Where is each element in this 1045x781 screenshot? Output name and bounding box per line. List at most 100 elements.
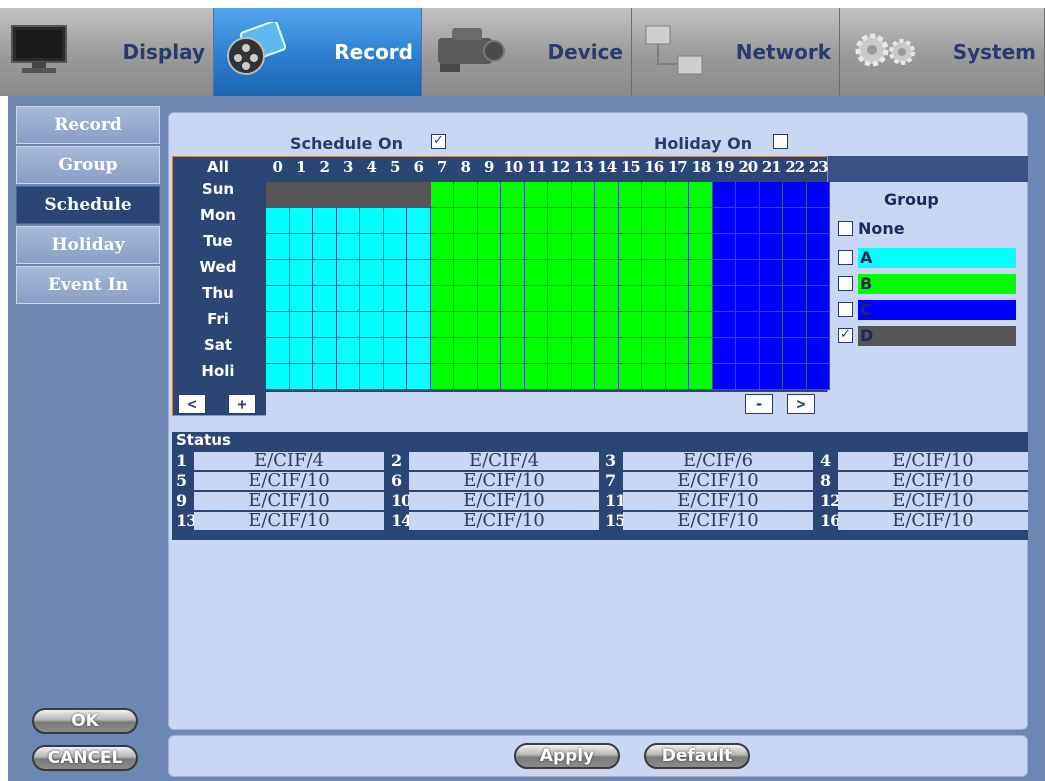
schedule-cell[interactable] (806, 208, 830, 234)
schedule-cell[interactable] (454, 182, 478, 208)
day-label[interactable]: Tue (172, 232, 264, 250)
schedule-cell[interactable] (759, 234, 783, 260)
sidebar-item-group[interactable]: Group (16, 146, 160, 184)
schedule-cell[interactable] (313, 234, 337, 260)
schedule-cell[interactable] (642, 234, 666, 260)
schedule-cell[interactable] (665, 312, 689, 338)
day-label[interactable]: Sun (172, 180, 264, 198)
schedule-cell[interactable] (360, 312, 384, 338)
schedule-cell[interactable] (642, 182, 666, 208)
hour-label[interactable]: 19 (713, 158, 737, 176)
schedule-cell[interactable] (524, 234, 548, 260)
schedule-cell[interactable] (266, 338, 290, 364)
next-button[interactable]: > (787, 394, 815, 414)
hour-label[interactable]: 22 (783, 158, 807, 176)
schedule-cell[interactable] (736, 208, 760, 234)
schedule-cell[interactable] (736, 312, 760, 338)
schedule-cell[interactable] (266, 234, 290, 260)
tab-system[interactable]: System (840, 8, 1045, 96)
schedule-cell[interactable] (430, 260, 454, 286)
schedule-cell[interactable] (477, 208, 501, 234)
schedule-cell[interactable] (336, 234, 360, 260)
schedule-cell[interactable] (595, 364, 619, 390)
schedule-cell[interactable] (548, 338, 572, 364)
schedule-cell[interactable] (571, 260, 595, 286)
group-none-checkbox[interactable] (838, 221, 853, 236)
hour-label[interactable]: 13 (572, 158, 596, 176)
schedule-cell[interactable] (712, 208, 736, 234)
hour-label[interactable]: 11 (525, 158, 549, 176)
schedule-cell[interactable] (266, 312, 290, 338)
apply-button[interactable]: Apply (514, 743, 620, 769)
schedule-cell[interactable] (712, 260, 736, 286)
schedule-cell[interactable] (454, 208, 478, 234)
hour-label[interactable]: 2 (313, 158, 337, 176)
schedule-cell[interactable] (759, 208, 783, 234)
schedule-cell[interactable] (360, 208, 384, 234)
schedule-cell[interactable] (524, 208, 548, 234)
schedule-cell[interactable] (665, 286, 689, 312)
schedule-cell[interactable] (759, 260, 783, 286)
prev-button[interactable]: < (178, 394, 206, 414)
schedule-cell[interactable] (336, 182, 360, 208)
schedule-cell[interactable] (336, 312, 360, 338)
day-label[interactable]: Sat (172, 336, 264, 354)
schedule-cell[interactable] (430, 208, 454, 234)
zoom-in-button[interactable]: + (228, 394, 256, 414)
schedule-cell[interactable] (759, 312, 783, 338)
schedule-cell[interactable] (430, 286, 454, 312)
schedule-cell[interactable] (689, 312, 713, 338)
schedule-cell[interactable] (501, 312, 525, 338)
all-select-label[interactable]: All (172, 158, 264, 176)
schedule-cell[interactable] (524, 286, 548, 312)
holiday-on-checkbox[interactable] (773, 134, 788, 149)
schedule-cell[interactable] (736, 260, 760, 286)
schedule-cell[interactable] (618, 260, 642, 286)
schedule-cell[interactable] (759, 364, 783, 390)
sidebar-item-schedule[interactable]: Schedule (16, 186, 160, 224)
schedule-cell[interactable] (595, 338, 619, 364)
hour-label[interactable]: 12 (548, 158, 572, 176)
schedule-cell[interactable] (383, 208, 407, 234)
schedule-cell[interactable] (618, 312, 642, 338)
schedule-cell[interactable] (407, 208, 431, 234)
schedule-cell[interactable] (548, 260, 572, 286)
schedule-cell[interactable] (689, 208, 713, 234)
schedule-cell[interactable] (407, 338, 431, 364)
schedule-cell[interactable] (736, 338, 760, 364)
schedule-cell[interactable] (783, 182, 807, 208)
hour-label[interactable]: 8 (454, 158, 478, 176)
schedule-cell[interactable] (642, 286, 666, 312)
schedule-cell[interactable] (524, 312, 548, 338)
schedule-cell[interactable] (383, 338, 407, 364)
schedule-cell[interactable] (571, 182, 595, 208)
schedule-cell[interactable] (548, 312, 572, 338)
schedule-cell[interactable] (266, 364, 290, 390)
schedule-cell[interactable] (618, 338, 642, 364)
hour-label[interactable]: 14 (595, 158, 619, 176)
schedule-cell[interactable] (454, 234, 478, 260)
sidebar-item-event-in[interactable]: Event In (16, 266, 160, 304)
group-c-swatch[interactable]: C (858, 300, 1016, 320)
schedule-cell[interactable] (313, 364, 337, 390)
day-label[interactable]: Wed (172, 258, 264, 276)
default-button[interactable]: Default (644, 743, 750, 769)
schedule-cell[interactable] (360, 338, 384, 364)
schedule-on-checkbox[interactable]: ✓ (431, 134, 446, 149)
schedule-cell[interactable] (336, 208, 360, 234)
zoom-out-button[interactable]: - (745, 394, 773, 414)
schedule-cell[interactable] (783, 208, 807, 234)
schedule-cell[interactable] (383, 312, 407, 338)
schedule-cell[interactable] (407, 286, 431, 312)
cancel-button[interactable]: CANCEL (32, 745, 138, 771)
schedule-cell[interactable] (759, 286, 783, 312)
schedule-cell[interactable] (360, 182, 384, 208)
schedule-cell[interactable] (806, 234, 830, 260)
schedule-cell[interactable] (548, 234, 572, 260)
schedule-cell[interactable] (665, 234, 689, 260)
schedule-cell[interactable] (477, 286, 501, 312)
schedule-cell[interactable] (383, 182, 407, 208)
schedule-cell[interactable] (618, 234, 642, 260)
schedule-cell[interactable] (289, 260, 313, 286)
schedule-cell[interactable] (712, 182, 736, 208)
